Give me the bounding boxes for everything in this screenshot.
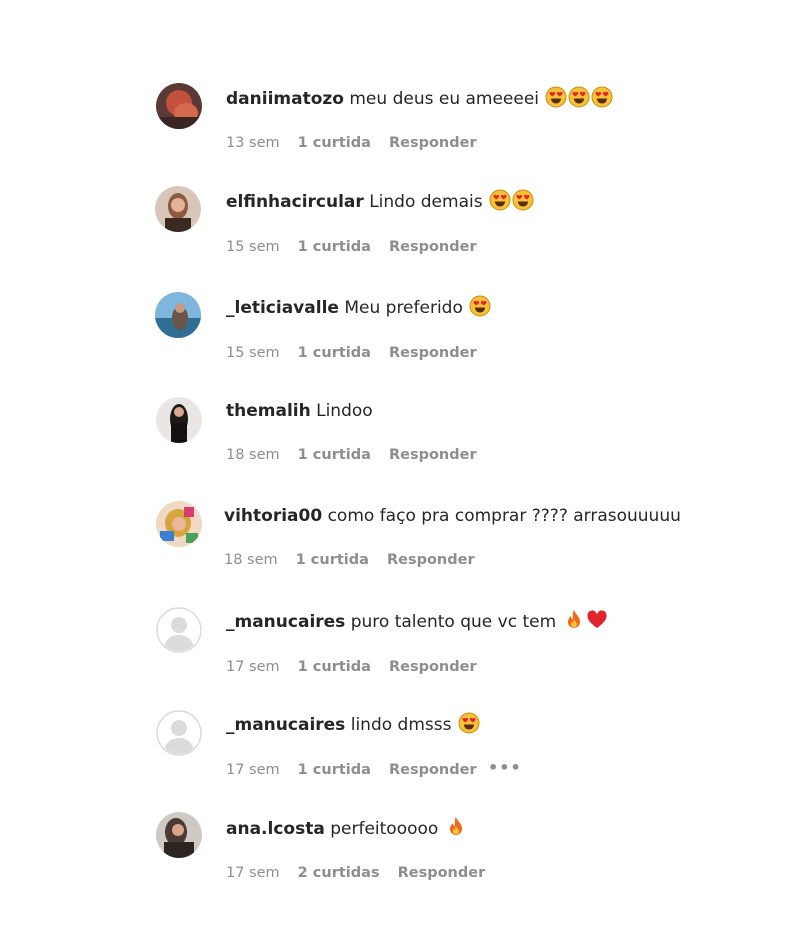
- comment-timestamp: 15 sem: [226, 345, 280, 361]
- like-count[interactable]: 1 curtida: [298, 658, 371, 676]
- comment-text: puro talento que vc tem: [350, 612, 557, 632]
- heart-eyes-emoji-icon: [458, 712, 480, 734]
- reply-button[interactable]: Responder: [387, 551, 475, 569]
- comment-text: Lindo demais: [369, 192, 483, 212]
- comment-username[interactable]: _manucaires: [226, 612, 345, 632]
- avatar[interactable]: [155, 186, 201, 232]
- reply-button[interactable]: Responder: [389, 658, 477, 676]
- comment-text: meu deus eu ameeeei: [349, 89, 540, 109]
- comment-timestamp: 18 sem: [224, 552, 278, 568]
- avatar[interactable]: [155, 292, 201, 338]
- red-heart-emoji-icon: [586, 609, 608, 631]
- fire-emoji-icon: [445, 816, 467, 838]
- heart-eyes-emoji-icon: [591, 86, 613, 108]
- like-count[interactable]: 1 curtida: [298, 134, 371, 152]
- like-count[interactable]: 1 curtida: [298, 238, 371, 256]
- reply-button[interactable]: Responder: [389, 134, 477, 152]
- reply-button[interactable]: Responder: [389, 761, 477, 779]
- comment-text: Meu preferido: [344, 298, 463, 318]
- comment-username[interactable]: elfinhacircular: [226, 192, 364, 212]
- more-options-icon[interactable]: •••: [488, 758, 522, 777]
- comment-list: daniimatozo meu deus eu ameeeei 13 sem 1 …: [0, 0, 800, 950]
- comment-timestamp: 13 sem: [226, 135, 280, 151]
- default-avatar-icon[interactable]: [156, 607, 202, 653]
- comment-timestamp: 17 sem: [226, 762, 280, 778]
- comment-username[interactable]: daniimatozo: [226, 89, 344, 109]
- avatar[interactable]: [156, 83, 202, 129]
- heart-eyes-emoji-icon: [545, 86, 567, 108]
- reply-button[interactable]: Responder: [389, 446, 477, 464]
- reply-button[interactable]: Responder: [389, 344, 477, 362]
- comment-timestamp: 17 sem: [226, 659, 280, 675]
- heart-eyes-emoji-icon: [489, 189, 511, 211]
- heart-eyes-emoji-icon: [469, 295, 491, 317]
- heart-eyes-emoji-icon: [512, 189, 534, 211]
- comment-item: _manucaires lindo dmsss 17 sem 1 curtida R…: [0, 707, 800, 787]
- comment-timestamp: 17 sem: [226, 865, 280, 881]
- comment-item: _manucaires puro talento que vc tem 17 s…: [0, 604, 800, 684]
- reply-button[interactable]: Responder: [389, 238, 477, 256]
- comment-item: vihtoria00 como faço pra comprar ???? ar…: [0, 500, 800, 580]
- comment-username[interactable]: themalih: [226, 401, 311, 421]
- heart-eyes-emoji-icon: [568, 86, 590, 108]
- avatar[interactable]: [156, 812, 202, 858]
- comment-username[interactable]: vihtoria00: [224, 506, 322, 526]
- like-count[interactable]: 1 curtida: [298, 761, 371, 779]
- like-count[interactable]: 1 curtida: [296, 551, 369, 569]
- comment-text: lindo dmsss: [350, 715, 452, 735]
- like-count[interactable]: 2 curtidas: [298, 864, 380, 882]
- like-count[interactable]: 1 curtida: [298, 344, 371, 362]
- comment-item: themalih Lindoo 18 sem 1 curtida Responder: [0, 395, 800, 475]
- default-avatar-icon[interactable]: [156, 710, 202, 756]
- comment-username[interactable]: ana.lcosta: [226, 819, 325, 839]
- fire-emoji-icon: [563, 609, 585, 631]
- comment-username[interactable]: _leticiavalle: [226, 298, 339, 318]
- comment-item: elfinhacircular Lindo demais 15 sem 1 cur…: [0, 184, 800, 264]
- avatar[interactable]: [156, 397, 202, 443]
- comment-text: Lindoo: [316, 401, 373, 421]
- comment-item: ana.lcosta perfeitooooo 17 sem 2 curtidas…: [0, 811, 800, 891]
- comment-timestamp: 18 sem: [226, 447, 280, 463]
- comment-timestamp: 15 sem: [226, 239, 280, 255]
- avatar[interactable]: [156, 501, 202, 547]
- comment-text: como faço pra comprar ???? arrasouuuuu: [327, 506, 681, 526]
- comment-item: daniimatozo meu deus eu ameeeei 13 sem 1 …: [0, 80, 800, 160]
- comment-item: _leticiavalle Meu preferido 15 sem 1 curt…: [0, 290, 800, 370]
- comment-username[interactable]: _manucaires: [226, 715, 345, 735]
- comment-text: perfeitooooo: [330, 819, 439, 839]
- reply-button[interactable]: Responder: [398, 864, 486, 882]
- like-count[interactable]: 1 curtida: [298, 446, 371, 464]
